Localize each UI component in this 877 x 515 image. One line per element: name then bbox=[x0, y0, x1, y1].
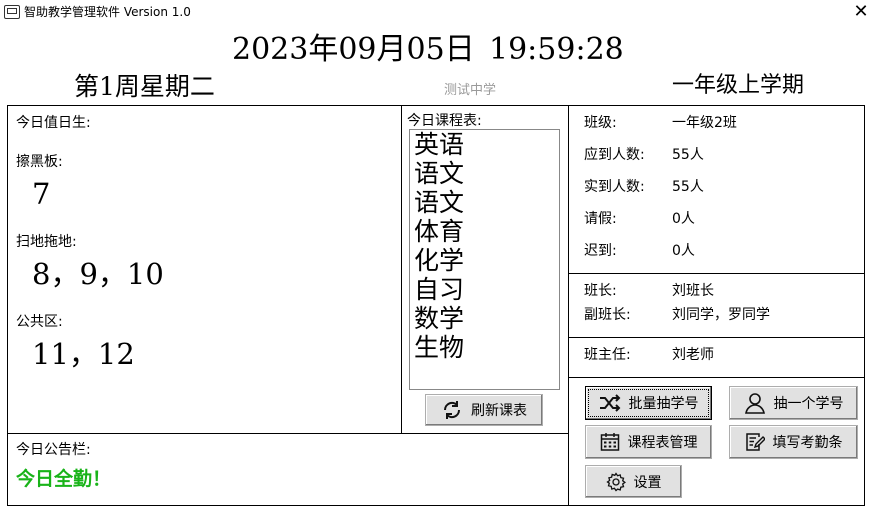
refresh-schedule-label: 刷新课表 bbox=[471, 403, 527, 419]
semester: 一年级上学期 bbox=[672, 73, 805, 98]
school-name: 测试中学 bbox=[444, 83, 497, 98]
expected-count-value: 55人 bbox=[672, 147, 704, 163]
schedule-manage-button[interactable]: 课程表管理 bbox=[585, 425, 712, 459]
course-item: 体育 bbox=[414, 217, 465, 246]
current-time: 19:59:28 bbox=[489, 32, 624, 67]
class-info-panel: 班级: 一年级2班 应到人数: 55人 实到人数: 55人 请假: 0人 迟到:… bbox=[568, 105, 865, 506]
course-item: 数学 bbox=[414, 304, 465, 333]
batch-draw-label: 批量抽学号 bbox=[628, 396, 699, 412]
current-date: 2023年09月05日 bbox=[232, 32, 475, 67]
course-item: 生物 bbox=[414, 333, 465, 362]
head-teacher-label: 班主任: bbox=[584, 347, 631, 363]
title-bar: 智助教学管理软件 Version 1.0 ✕ bbox=[0, 0, 877, 26]
expected-count-label: 应到人数: bbox=[584, 147, 645, 163]
sweep-value: 8，9，10 bbox=[32, 257, 164, 291]
late-value: 0人 bbox=[672, 243, 695, 259]
divider bbox=[569, 273, 864, 274]
sweep-label: 扫地拖地: bbox=[16, 234, 77, 250]
blackboard-label: 擦黑板: bbox=[16, 154, 63, 170]
actual-count-value: 55人 bbox=[672, 179, 704, 195]
course-item: 语文 bbox=[414, 188, 465, 217]
settings-label: 设置 bbox=[633, 474, 662, 491]
class-value: 一年级2班 bbox=[672, 115, 737, 131]
duty-title: 今日值日生: bbox=[16, 115, 91, 131]
notice-text: 今日全勤！ bbox=[16, 468, 112, 490]
blackboard-value: 7 bbox=[32, 177, 51, 211]
vice-monitor-label: 副班长: bbox=[584, 307, 631, 323]
refresh-icon bbox=[441, 399, 463, 421]
monitor-label: 班长: bbox=[584, 283, 617, 299]
edit-form-icon bbox=[745, 432, 765, 452]
schedule-manage-label: 课程表管理 bbox=[627, 435, 698, 451]
gear-icon bbox=[605, 471, 626, 492]
notice-panel: 今日公告栏: 今日全勤！ bbox=[7, 433, 569, 506]
course-item: 化学 bbox=[414, 246, 465, 275]
actual-count-label: 实到人数: bbox=[584, 179, 645, 195]
draw-one-label: 抽一个学号 bbox=[773, 396, 844, 412]
leave-label: 请假: bbox=[584, 211, 617, 227]
draw-one-button[interactable]: 抽一个学号 bbox=[729, 386, 858, 420]
attendance-label: 填写考勤条 bbox=[772, 435, 843, 451]
schedule-title: 今日课程表: bbox=[407, 113, 482, 129]
divider bbox=[569, 337, 864, 338]
user-icon bbox=[744, 392, 766, 414]
divider bbox=[569, 377, 864, 378]
notice-title: 今日公告栏: bbox=[16, 442, 91, 458]
course-list[interactable]: 英语 语文 语文 体育 化学 自习 数学 生物 bbox=[409, 129, 560, 390]
shuffle-icon bbox=[599, 394, 621, 412]
leave-value: 0人 bbox=[672, 211, 695, 227]
settings-button[interactable]: 设置 bbox=[585, 465, 682, 498]
refresh-schedule-button[interactable]: 刷新课表 bbox=[425, 394, 543, 426]
attendance-button[interactable]: 填写考勤条 bbox=[729, 425, 858, 459]
week-day: 第1周星期二 bbox=[74, 72, 215, 101]
monitor-value: 刘班长 bbox=[672, 283, 714, 299]
late-label: 迟到: bbox=[584, 243, 617, 259]
course-item: 英语 bbox=[414, 130, 465, 159]
app-icon bbox=[4, 5, 20, 19]
batch-draw-button[interactable]: 批量抽学号 bbox=[585, 386, 712, 420]
close-button[interactable]: ✕ bbox=[849, 1, 873, 23]
vice-monitor-value: 刘同学，罗同学 bbox=[672, 307, 770, 323]
public-area-label: 公共区: bbox=[16, 314, 63, 330]
calendar-icon bbox=[600, 432, 620, 452]
public-area-value: 11，12 bbox=[32, 337, 135, 371]
duty-panel: 今日值日生: 擦黑板: 7 扫地拖地: 8，9，10 公共区: 11，12 bbox=[7, 105, 402, 434]
course-item: 语文 bbox=[414, 159, 465, 188]
schedule-panel: 今日课程表: 英语 语文 语文 体育 化学 自习 数学 生物 刷新课表 bbox=[401, 105, 569, 434]
head-teacher-value: 刘老师 bbox=[672, 347, 714, 363]
course-item: 自习 bbox=[414, 275, 465, 304]
class-label: 班级: bbox=[584, 115, 617, 131]
window-title: 智助教学管理软件 Version 1.0 bbox=[24, 5, 191, 19]
